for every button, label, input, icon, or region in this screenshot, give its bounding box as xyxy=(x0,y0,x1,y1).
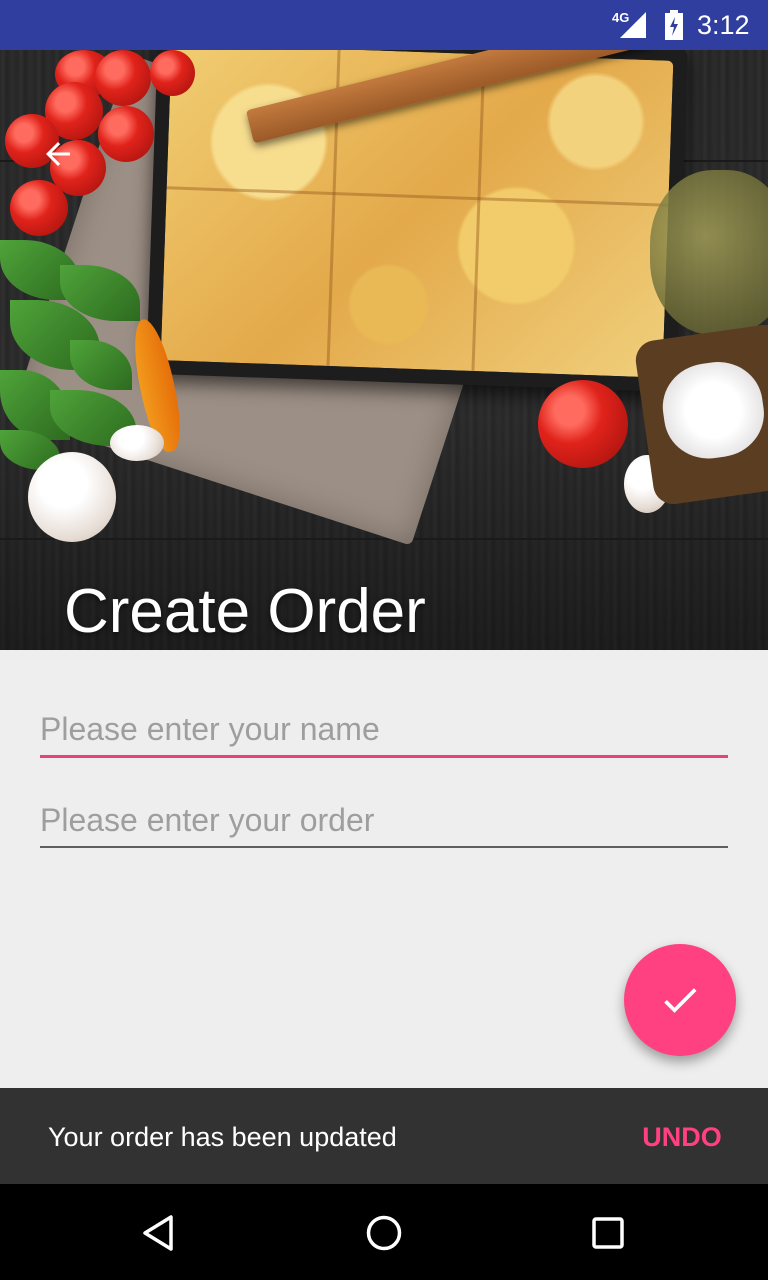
wood-plank-divider xyxy=(0,538,768,540)
snackbar-message: Your order has been updated xyxy=(48,1122,397,1152)
clock: 3:12 xyxy=(697,10,750,40)
back-button[interactable] xyxy=(36,132,80,176)
tomato xyxy=(10,180,68,236)
submit-fab-button[interactable] xyxy=(624,944,736,1056)
battery-icon xyxy=(664,10,684,45)
tomato xyxy=(538,380,628,468)
nav-back-button[interactable] xyxy=(134,1208,184,1258)
name-input[interactable] xyxy=(40,706,728,752)
tomato xyxy=(150,50,195,96)
oil-bottle xyxy=(650,170,768,335)
arrow-back-icon xyxy=(46,142,70,166)
order-field[interactable] xyxy=(40,797,728,848)
page-title: Create Order xyxy=(64,577,426,646)
spice-bowl xyxy=(633,322,768,507)
garlic-clove xyxy=(110,425,164,461)
garlic-bulb xyxy=(28,452,116,542)
header-image: Create Order xyxy=(0,50,768,650)
order-input[interactable] xyxy=(40,797,728,843)
salt xyxy=(657,356,768,465)
tomato xyxy=(98,106,154,162)
tomato xyxy=(95,50,151,106)
cell-signal-icon xyxy=(618,10,648,45)
back-triangle-icon xyxy=(143,1215,173,1251)
check-icon xyxy=(664,988,697,1013)
snackbar: Your order has been updated UNDO xyxy=(0,1088,768,1184)
order-underline xyxy=(40,846,728,848)
navigation-bar xyxy=(0,1184,768,1280)
status-bar: 4G 3:12 xyxy=(0,0,768,50)
nav-recents-button[interactable] xyxy=(583,1208,633,1258)
nav-home-button[interactable] xyxy=(359,1208,409,1258)
home-circle-icon xyxy=(366,1215,402,1251)
recents-square-icon xyxy=(592,1217,624,1249)
undo-button[interactable]: UNDO xyxy=(630,1116,734,1158)
name-underline-focused xyxy=(40,755,728,758)
name-field[interactable] xyxy=(40,706,728,758)
